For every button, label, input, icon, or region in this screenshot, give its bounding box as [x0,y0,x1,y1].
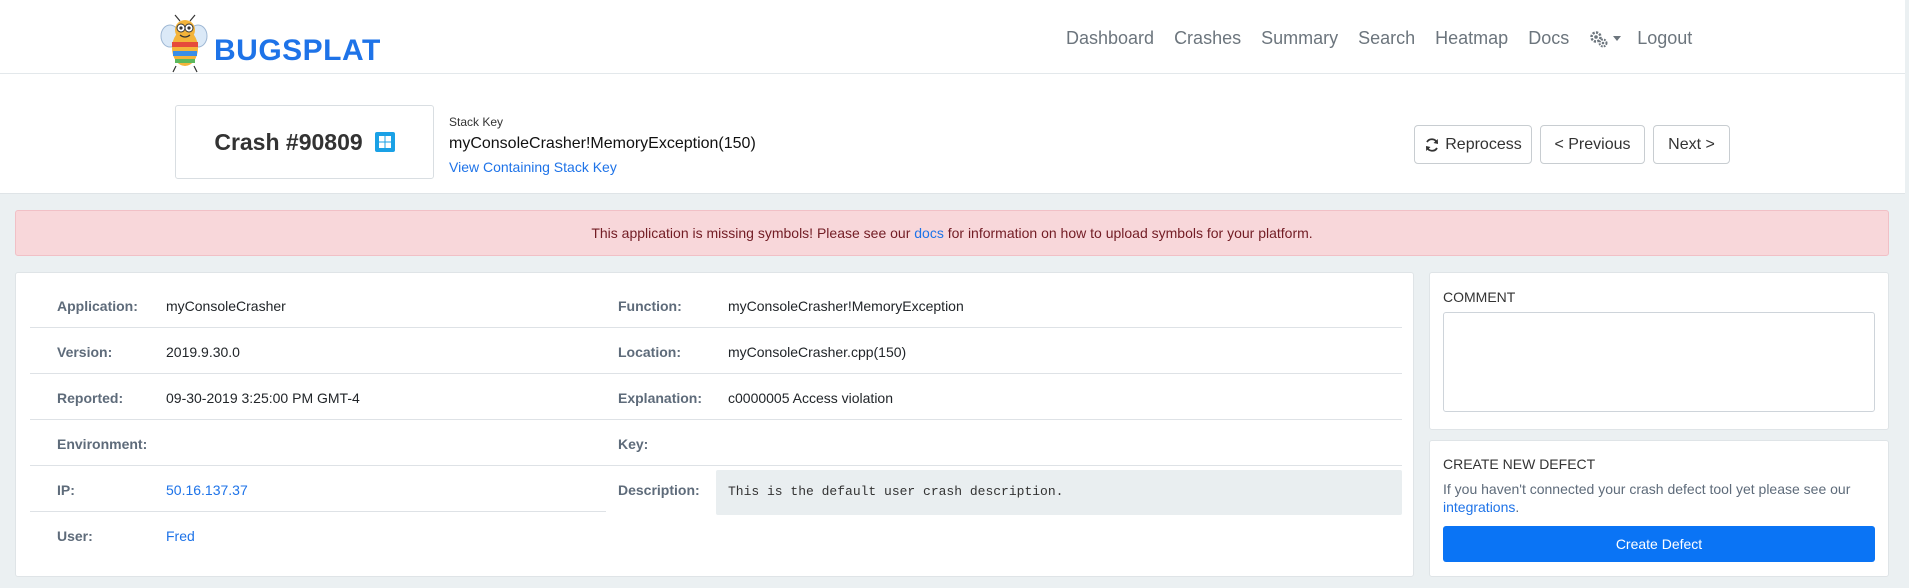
detail-value: myConsoleCrasher!MemoryException [728,298,964,314]
description-box: This is the default user crash descripti… [716,470,1402,515]
view-stack-key-link[interactable]: View Containing Stack Key [449,159,756,175]
alert-text-after: for information on how to upload symbols… [943,225,1313,241]
nav-search[interactable]: Search [1358,28,1415,49]
nav-docs[interactable]: Docs [1528,28,1569,49]
detail-label: Reported: [57,390,124,406]
previous-button[interactable]: < Previous [1540,125,1645,164]
defect-help-text: If you haven't connected your crash defe… [1443,480,1877,516]
refresh-icon [1426,137,1439,152]
detail-label: Location: [618,344,681,360]
nav-heatmap[interactable]: Heatmap [1435,28,1508,49]
stack-key-label: Stack Key [449,115,504,129]
defect-help-body: If you haven't connected your crash defe… [1443,481,1851,497]
detail-row-application: Application: myConsoleCrasher [30,282,606,328]
windows-icon [374,132,395,152]
next-label: Next > [1668,135,1715,153]
chevron-down-icon [1613,36,1622,41]
nav-logout[interactable]: Logout [1637,28,1692,49]
detail-row-explanation: Explanation: c0000005 Access violation [606,374,1402,420]
detail-row-user: User: Fred [30,512,606,558]
detail-row-function: Function: myConsoleCrasher!MemoryExcepti… [606,282,1402,328]
detail-label: Description: [618,482,700,498]
nav-dashboard[interactable]: Dashboard [1066,28,1154,49]
crash-header: Crash #90809 Stack Key myConsoleCrasher!… [0,74,1905,194]
integrations-link[interactable]: integrations [1443,499,1515,515]
ip-link[interactable]: 50.16.137.37 [166,482,248,498]
missing-symbols-alert: This application is missing symbols! Ple… [15,210,1889,256]
detail-label: Application: [57,298,138,314]
comment-textarea[interactable] [1443,312,1875,412]
detail-label: Function: [618,298,682,314]
create-defect-panel: CREATE NEW DEFECT If you haven't connect… [1429,440,1889,577]
create-defect-button[interactable]: Create Defect [1443,526,1875,562]
detail-row-environment: Environment: [30,420,606,466]
settings-dropdown[interactable] [1589,30,1622,48]
detail-label: IP: [57,482,75,498]
nav-summary[interactable]: Summary [1261,28,1338,49]
detail-label: Environment: [57,436,148,452]
comment-title: COMMENT [1443,289,1516,305]
detail-value: myConsoleCrasher [166,298,286,314]
brand-name: BUGSPLAT [214,34,381,67]
detail-row-location: Location: myConsoleCrasher.cpp(150) [606,328,1402,374]
crash-title: Crash #90809 [214,128,363,155]
stack-key-value: myConsoleCrasher!MemoryException(150) [449,135,756,152]
gears-icon [1590,30,1608,47]
detail-row-key: Key: [606,420,1402,466]
nav-crashes[interactable]: Crashes [1174,28,1241,49]
detail-value: c0000005 Access violation [728,390,893,406]
crash-details-panel: Application: myConsoleCrasher Version: 2… [15,272,1414,577]
next-button[interactable]: Next > [1653,125,1730,164]
comment-panel: COMMENT [1429,272,1889,430]
main-nav: Dashboard Crashes Summary Search Heatmap… [1066,28,1712,49]
detail-label: Version: [57,344,113,360]
docs-link[interactable]: docs [914,225,944,241]
detail-label: Explanation: [618,390,703,406]
detail-label: Key: [618,436,649,452]
bug-mascot-icon [160,14,208,73]
reprocess-label: Reprocess [1445,135,1522,153]
detail-row-version: Version: 2019.9.30.0 [30,328,606,374]
detail-value: myConsoleCrasher.cpp(150) [728,344,907,360]
detail-row-ip: IP: 50.16.137.37 [30,466,606,512]
detail-row-description: Description: This is the default user cr… [606,466,1402,522]
reprocess-button[interactable]: Reprocess [1414,125,1532,164]
previous-label: < Previous [1554,135,1631,153]
detail-value: 2019.9.30.0 [166,344,240,360]
detail-row-reported: Reported: 09-30-2019 3:25:00 PM GMT-4 [30,374,606,420]
crash-id-card: Crash #90809 [175,105,434,179]
bugsplat-logo[interactable]: BUGSPLAT [158,14,381,74]
details-left-column: Application: myConsoleCrasher Version: 2… [30,282,606,558]
create-defect-title: CREATE NEW DEFECT [1443,456,1596,472]
top-navbar: BUGSPLAT Dashboard Crashes Summary Searc… [0,0,1905,74]
details-right-column: Function: myConsoleCrasher!MemoryExcepti… [606,282,1402,522]
user-link[interactable]: Fred [166,528,195,544]
stack-key-section: Stack Key myConsoleCrasher!MemoryExcepti… [449,115,756,175]
alert-text-before: This application is missing symbols! Ple… [591,225,915,241]
detail-value: 09-30-2019 3:25:00 PM GMT-4 [166,390,360,406]
detail-label: User: [57,528,93,544]
defect-help-period: . [1515,499,1520,515]
